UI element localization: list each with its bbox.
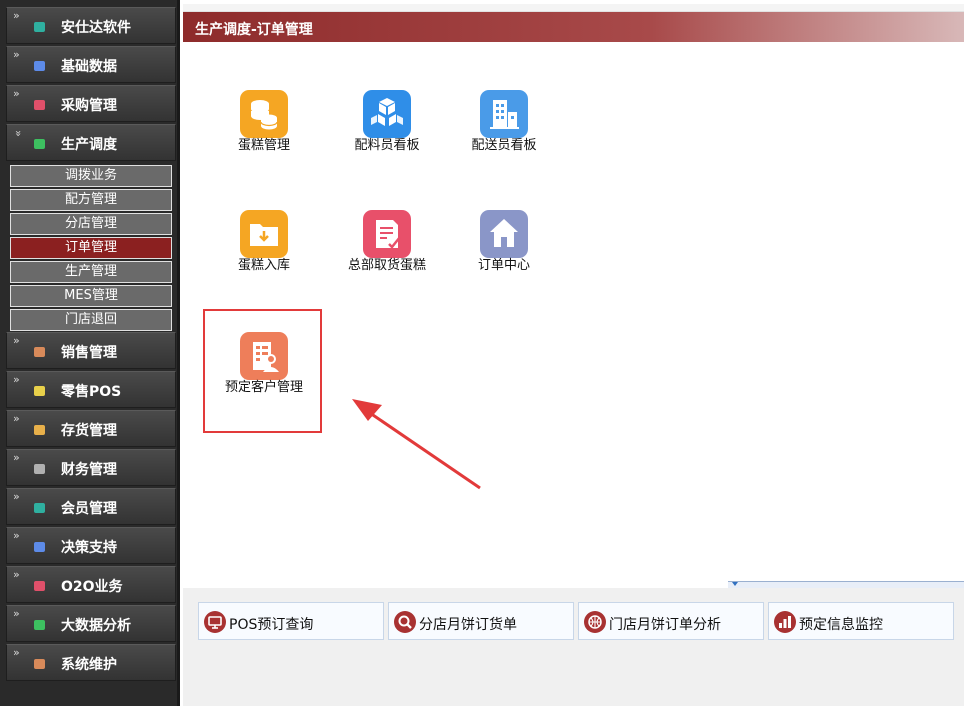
app-hq-pickup-cake[interactable]: 总部取货蛋糕 <box>339 210 435 300</box>
highlight-box <box>203 309 322 433</box>
panel-collapse-handle[interactable] <box>728 581 964 588</box>
sidebar-module-basic-data[interactable]: » 基础数据 <box>6 46 176 83</box>
module-square-icon <box>34 503 45 513</box>
chevron-right-icon: » <box>13 451 20 464</box>
module-square-icon <box>34 581 45 591</box>
sidebar-module-label: 零售POS <box>61 384 122 400</box>
chevron-right-icon: » <box>13 87 20 100</box>
sidebar-module-label: O2O业务 <box>61 579 123 595</box>
module-square-icon <box>34 100 45 110</box>
sidebar-module-bigdata[interactable]: » 大数据分析 <box>6 605 176 642</box>
module-square-icon <box>34 347 45 357</box>
app-delivery-board[interactable]: 配送员看板 <box>456 90 552 180</box>
sidebar-module-label: 财务管理 <box>61 462 117 478</box>
sidebar-module-label: 大数据分析 <box>61 618 131 634</box>
sidebar: » 安仕达软件 » 基础数据 » 采购管理 » 生产调度 调拨业务 配方管理 分… <box>0 0 180 706</box>
sidebar-module-member[interactable]: » 会员管理 <box>6 488 176 525</box>
app-window: » 安仕达软件 » 基础数据 » 采购管理 » 生产调度 调拨业务 配方管理 分… <box>0 0 964 706</box>
sidebar-module-pos[interactable]: » 零售POS <box>6 371 176 408</box>
chevron-right-icon: » <box>13 646 20 659</box>
module-square-icon <box>34 61 45 71</box>
chevron-down-icon: » <box>11 130 25 137</box>
sidebar-subitem-return[interactable]: 门店退回 <box>10 309 172 331</box>
sidebar-module-label: 会员管理 <box>61 501 117 517</box>
chevron-right-icon: » <box>13 48 20 61</box>
app-label: 蛋糕管理 <box>237 138 290 153</box>
app-cake-stock-in[interactable]: 蛋糕入库 <box>216 210 312 300</box>
sidebar-subitem-order[interactable]: 订单管理 <box>10 237 172 259</box>
module-square-icon <box>34 139 45 149</box>
top-strip <box>183 4 964 12</box>
folder-download-icon <box>240 210 288 258</box>
chevron-right-icon: » <box>13 9 20 22</box>
search-icon <box>394 611 416 633</box>
annotation-arrow-icon <box>352 399 481 490</box>
page-title: 生产调度-订单管理 <box>195 22 313 38</box>
app-cake-management[interactable]: 蛋糕管理 <box>216 90 312 180</box>
sidebar-subitem-branch[interactable]: 分店管理 <box>10 213 172 235</box>
sidebar-module-label: 采购管理 <box>61 98 117 114</box>
module-square-icon <box>34 425 45 435</box>
sidebar-module-decision[interactable]: » 决策支持 <box>6 527 176 564</box>
quick-button-label: 分店月饼订货单 <box>419 617 517 633</box>
module-square-icon <box>34 542 45 552</box>
quick-button-mooncake-order-analysis[interactable]: 门店月饼订单分析 <box>578 602 764 640</box>
quick-button-label: POS预订查询 <box>229 617 314 633</box>
basketball-icon <box>584 611 606 633</box>
module-square-icon <box>34 659 45 669</box>
sidebar-module-purchase[interactable]: » 采购管理 <box>6 85 176 122</box>
sidebar-module-production[interactable]: » 生产调度 <box>6 124 176 161</box>
quick-button-mooncake-order-sheet[interactable]: 分店月饼订货单 <box>388 602 574 640</box>
sidebar-module-sales[interactable]: » 销售管理 <box>6 332 176 369</box>
document-edit-icon <box>363 210 411 258</box>
sidebar-subitem-mes[interactable]: MES管理 <box>10 285 172 307</box>
sidebar-module-anshida[interactable]: » 安仕达软件 <box>6 7 176 44</box>
sidebar-module-label: 销售管理 <box>61 345 117 361</box>
quick-button-reservation-monitor[interactable]: 预定信息监控 <box>768 602 954 640</box>
building-icon <box>480 90 528 138</box>
page-header: 生产调度-订单管理 <box>183 12 964 42</box>
chevron-right-icon: » <box>13 412 20 425</box>
sidebar-module-label: 系统维护 <box>61 657 117 673</box>
sidebar-subitem-recipe[interactable]: 配方管理 <box>10 189 172 211</box>
sidebar-module-system[interactable]: » 系统维护 <box>6 644 176 681</box>
chevron-right-icon: » <box>13 568 20 581</box>
collapse-arrow-icon <box>732 582 738 586</box>
app-label: 蛋糕入库 <box>237 258 290 273</box>
app-label: 总部取货蛋糕 <box>347 258 426 273</box>
app-label: 配料员看板 <box>354 138 420 153</box>
sidebar-module-label: 存货管理 <box>61 423 117 439</box>
sidebar-module-inventory[interactable]: » 存货管理 <box>6 410 176 447</box>
sidebar-module-label: 基础数据 <box>61 59 117 75</box>
sidebar-module-label: 决策支持 <box>61 540 117 556</box>
quick-button-pos-order-query[interactable]: POS预订查询 <box>198 602 384 640</box>
sidebar-subitem-transfer[interactable]: 调拨业务 <box>10 165 172 187</box>
boxes-icon <box>363 90 411 138</box>
sidebar-subitem-production[interactable]: 生产管理 <box>10 261 172 283</box>
app-label: 配送员看板 <box>471 138 537 153</box>
chevron-right-icon: » <box>13 529 20 542</box>
sidebar-module-label: 安仕达软件 <box>61 20 131 36</box>
chevron-right-icon: » <box>13 373 20 386</box>
module-square-icon <box>34 620 45 630</box>
home-icon <box>480 210 528 258</box>
chevron-right-icon: » <box>13 490 20 503</box>
sidebar-module-o2o[interactable]: » O2O业务 <box>6 566 176 603</box>
sidebar-module-label: 生产调度 <box>61 137 117 153</box>
chevron-right-icon: » <box>13 334 20 347</box>
monitor-icon <box>204 611 226 633</box>
module-square-icon <box>34 464 45 474</box>
app-label: 订单中心 <box>477 258 530 273</box>
sidebar-module-finance[interactable]: » 财务管理 <box>6 449 176 486</box>
bar-chart-icon <box>774 611 796 633</box>
quick-access-panel: POS预订查询 分店月饼订货单 门店月饼订单分析 预定信息监控 <box>183 581 964 706</box>
coin-stack-icon <box>240 90 288 138</box>
quick-button-label: 预定信息监控 <box>799 617 883 633</box>
chevron-right-icon: » <box>13 607 20 620</box>
app-ingredient-board[interactable]: 配料员看板 <box>339 90 435 180</box>
module-square-icon <box>34 386 45 396</box>
app-order-center[interactable]: 订单中心 <box>456 210 552 300</box>
module-square-icon <box>34 22 45 32</box>
quick-button-label: 门店月饼订单分析 <box>609 617 721 633</box>
